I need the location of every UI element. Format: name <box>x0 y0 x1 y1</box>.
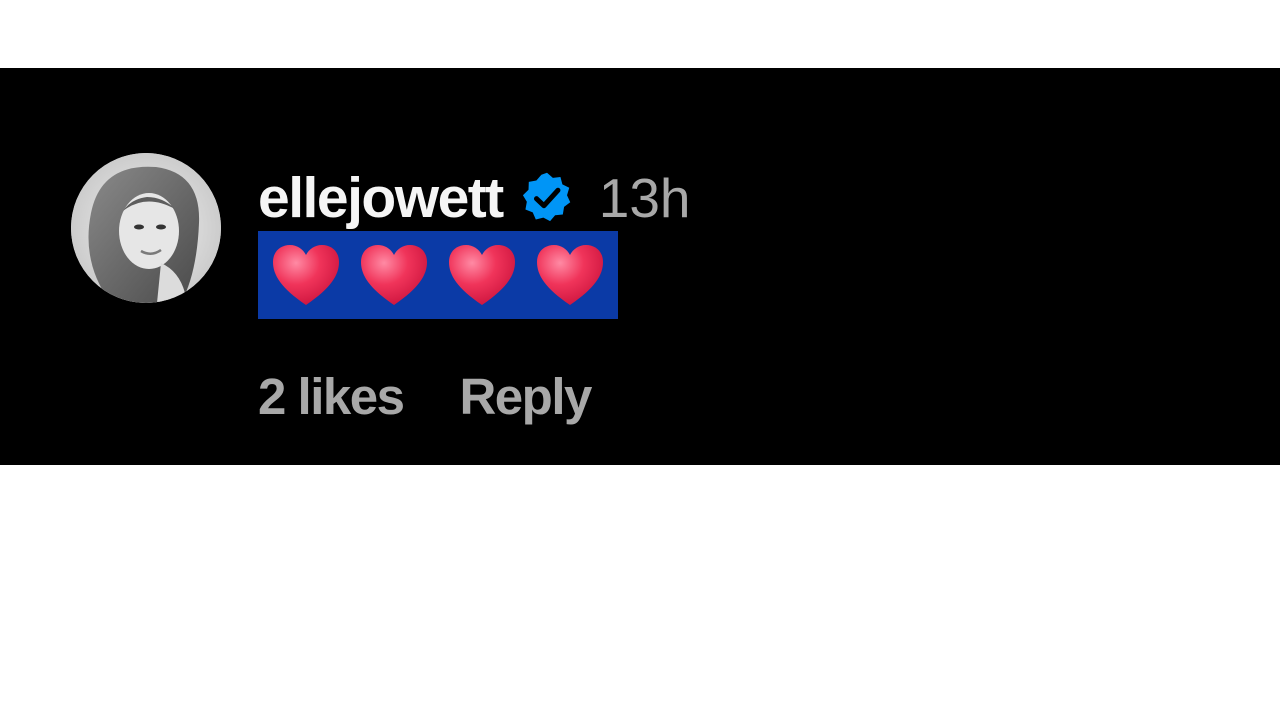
comment-header: ellejowett 13h <box>258 162 691 234</box>
verified-badge-icon <box>522 172 570 222</box>
avatar-image <box>71 153 221 303</box>
comment-text <box>258 231 618 319</box>
heart-icon <box>449 245 515 305</box>
heart-icon <box>361 245 427 305</box>
avatar[interactable] <box>71 153 221 303</box>
heart-icon <box>273 245 339 305</box>
likes-count[interactable]: 2 likes <box>258 371 405 422</box>
reply-button[interactable]: Reply <box>459 371 592 422</box>
comment-card: ellejowett 13h 2 likes Reply <box>0 68 1280 465</box>
timestamp: 13h <box>598 166 691 229</box>
heart-icon <box>537 245 603 305</box>
username[interactable]: ellejowett <box>258 169 504 227</box>
comment-actions: 2 likes Reply <box>258 371 592 422</box>
